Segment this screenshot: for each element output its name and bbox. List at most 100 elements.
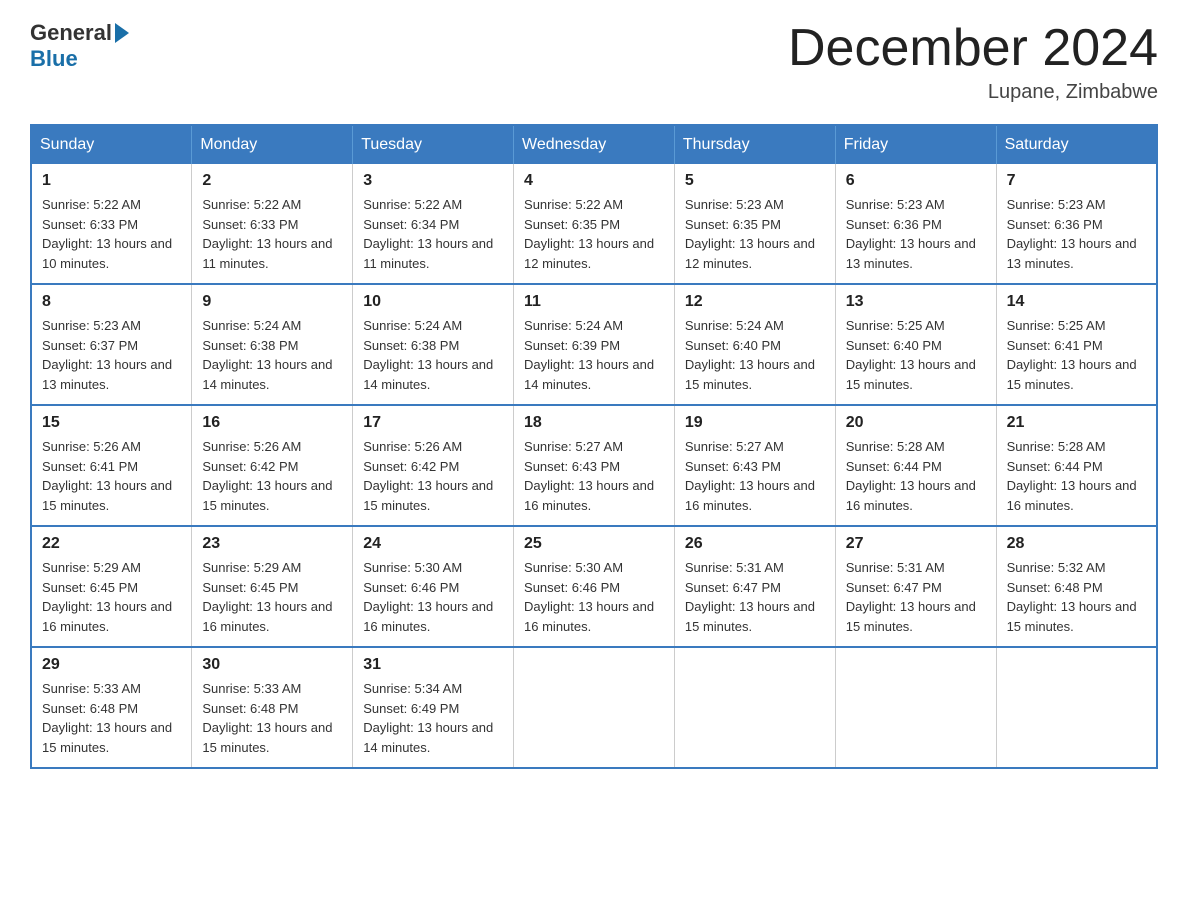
- col-friday: Friday: [835, 125, 996, 164]
- table-row: [835, 647, 996, 768]
- location-text: Lupane, Zimbabwe: [788, 81, 1158, 104]
- table-row: [674, 647, 835, 768]
- day-info: Sunrise: 5:27 AM Sunset: 6:43 PM Dayligh…: [685, 437, 825, 515]
- day-info: Sunrise: 5:33 AM Sunset: 6:48 PM Dayligh…: [202, 679, 342, 757]
- week-row-1: 1 Sunrise: 5:22 AM Sunset: 6:33 PM Dayli…: [31, 164, 1157, 284]
- day-number: 15: [42, 414, 181, 432]
- day-info: Sunrise: 5:26 AM Sunset: 6:42 PM Dayligh…: [363, 437, 503, 515]
- day-info: Sunrise: 5:23 AM Sunset: 6:36 PM Dayligh…: [1007, 195, 1146, 273]
- table-row: 10 Sunrise: 5:24 AM Sunset: 6:38 PM Dayl…: [353, 284, 514, 405]
- day-info: Sunrise: 5:31 AM Sunset: 6:47 PM Dayligh…: [846, 558, 986, 636]
- day-number: 1: [42, 172, 181, 190]
- day-info: Sunrise: 5:29 AM Sunset: 6:45 PM Dayligh…: [202, 558, 342, 636]
- table-row: 15 Sunrise: 5:26 AM Sunset: 6:41 PM Dayl…: [31, 405, 192, 526]
- week-row-4: 22 Sunrise: 5:29 AM Sunset: 6:45 PM Dayl…: [31, 526, 1157, 647]
- table-row: 7 Sunrise: 5:23 AM Sunset: 6:36 PM Dayli…: [996, 164, 1157, 284]
- day-info: Sunrise: 5:27 AM Sunset: 6:43 PM Dayligh…: [524, 437, 664, 515]
- day-info: Sunrise: 5:28 AM Sunset: 6:44 PM Dayligh…: [846, 437, 986, 515]
- logo-general-text: General: [30, 20, 112, 46]
- day-info: Sunrise: 5:24 AM Sunset: 6:38 PM Dayligh…: [202, 316, 342, 394]
- day-number: 10: [363, 293, 503, 311]
- day-number: 13: [846, 293, 986, 311]
- page-header: General Blue December 2024 Lupane, Zimba…: [30, 20, 1158, 104]
- week-row-2: 8 Sunrise: 5:23 AM Sunset: 6:37 PM Dayli…: [31, 284, 1157, 405]
- table-row: 8 Sunrise: 5:23 AM Sunset: 6:37 PM Dayli…: [31, 284, 192, 405]
- day-number: 5: [685, 172, 825, 190]
- col-tuesday: Tuesday: [353, 125, 514, 164]
- day-number: 28: [1007, 535, 1146, 553]
- col-monday: Monday: [192, 125, 353, 164]
- day-info: Sunrise: 5:29 AM Sunset: 6:45 PM Dayligh…: [42, 558, 181, 636]
- day-info: Sunrise: 5:30 AM Sunset: 6:46 PM Dayligh…: [524, 558, 664, 636]
- day-number: 26: [685, 535, 825, 553]
- day-number: 24: [363, 535, 503, 553]
- day-number: 20: [846, 414, 986, 432]
- day-info: Sunrise: 5:31 AM Sunset: 6:47 PM Dayligh…: [685, 558, 825, 636]
- table-row: 26 Sunrise: 5:31 AM Sunset: 6:47 PM Dayl…: [674, 526, 835, 647]
- table-row: 5 Sunrise: 5:23 AM Sunset: 6:35 PM Dayli…: [674, 164, 835, 284]
- day-info: Sunrise: 5:34 AM Sunset: 6:49 PM Dayligh…: [363, 679, 503, 757]
- day-info: Sunrise: 5:25 AM Sunset: 6:40 PM Dayligh…: [846, 316, 986, 394]
- day-info: Sunrise: 5:24 AM Sunset: 6:40 PM Dayligh…: [685, 316, 825, 394]
- table-row: 28 Sunrise: 5:32 AM Sunset: 6:48 PM Dayl…: [996, 526, 1157, 647]
- day-number: 18: [524, 414, 664, 432]
- table-row: 13 Sunrise: 5:25 AM Sunset: 6:40 PM Dayl…: [835, 284, 996, 405]
- table-row: 30 Sunrise: 5:33 AM Sunset: 6:48 PM Dayl…: [192, 647, 353, 768]
- col-wednesday: Wednesday: [514, 125, 675, 164]
- day-info: Sunrise: 5:26 AM Sunset: 6:41 PM Dayligh…: [42, 437, 181, 515]
- table-row: 16 Sunrise: 5:26 AM Sunset: 6:42 PM Dayl…: [192, 405, 353, 526]
- table-row: 19 Sunrise: 5:27 AM Sunset: 6:43 PM Dayl…: [674, 405, 835, 526]
- day-info: Sunrise: 5:24 AM Sunset: 6:38 PM Dayligh…: [363, 316, 503, 394]
- table-row: 2 Sunrise: 5:22 AM Sunset: 6:33 PM Dayli…: [192, 164, 353, 284]
- week-row-5: 29 Sunrise: 5:33 AM Sunset: 6:48 PM Dayl…: [31, 647, 1157, 768]
- week-row-3: 15 Sunrise: 5:26 AM Sunset: 6:41 PM Dayl…: [31, 405, 1157, 526]
- calendar-table: Sunday Monday Tuesday Wednesday Thursday…: [30, 124, 1158, 769]
- day-number: 19: [685, 414, 825, 432]
- day-number: 8: [42, 293, 181, 311]
- table-row: 27 Sunrise: 5:31 AM Sunset: 6:47 PM Dayl…: [835, 526, 996, 647]
- day-number: 3: [363, 172, 503, 190]
- logo: General Blue: [30, 20, 132, 72]
- table-row: 1 Sunrise: 5:22 AM Sunset: 6:33 PM Dayli…: [31, 164, 192, 284]
- day-number: 17: [363, 414, 503, 432]
- day-info: Sunrise: 5:28 AM Sunset: 6:44 PM Dayligh…: [1007, 437, 1146, 515]
- table-row: 3 Sunrise: 5:22 AM Sunset: 6:34 PM Dayli…: [353, 164, 514, 284]
- day-info: Sunrise: 5:24 AM Sunset: 6:39 PM Dayligh…: [524, 316, 664, 394]
- table-row: 17 Sunrise: 5:26 AM Sunset: 6:42 PM Dayl…: [353, 405, 514, 526]
- day-number: 16: [202, 414, 342, 432]
- table-row: 4 Sunrise: 5:22 AM Sunset: 6:35 PM Dayli…: [514, 164, 675, 284]
- table-row: 14 Sunrise: 5:25 AM Sunset: 6:41 PM Dayl…: [996, 284, 1157, 405]
- day-number: 9: [202, 293, 342, 311]
- table-row: 9 Sunrise: 5:24 AM Sunset: 6:38 PM Dayli…: [192, 284, 353, 405]
- day-number: 11: [524, 293, 664, 311]
- table-row: [996, 647, 1157, 768]
- day-info: Sunrise: 5:22 AM Sunset: 6:33 PM Dayligh…: [42, 195, 181, 273]
- col-sunday: Sunday: [31, 125, 192, 164]
- day-number: 27: [846, 535, 986, 553]
- day-number: 12: [685, 293, 825, 311]
- weekday-header-row: Sunday Monday Tuesday Wednesday Thursday…: [31, 125, 1157, 164]
- month-title: December 2024: [788, 20, 1158, 77]
- table-row: 29 Sunrise: 5:33 AM Sunset: 6:48 PM Dayl…: [31, 647, 192, 768]
- table-row: 25 Sunrise: 5:30 AM Sunset: 6:46 PM Dayl…: [514, 526, 675, 647]
- day-number: 31: [363, 656, 503, 674]
- day-info: Sunrise: 5:30 AM Sunset: 6:46 PM Dayligh…: [363, 558, 503, 636]
- col-thursday: Thursday: [674, 125, 835, 164]
- day-number: 23: [202, 535, 342, 553]
- title-section: December 2024 Lupane, Zimbabwe: [788, 20, 1158, 104]
- col-saturday: Saturday: [996, 125, 1157, 164]
- table-row: 21 Sunrise: 5:28 AM Sunset: 6:44 PM Dayl…: [996, 405, 1157, 526]
- day-number: 25: [524, 535, 664, 553]
- day-info: Sunrise: 5:26 AM Sunset: 6:42 PM Dayligh…: [202, 437, 342, 515]
- logo-blue-text: Blue: [30, 46, 78, 72]
- day-number: 21: [1007, 414, 1146, 432]
- day-info: Sunrise: 5:22 AM Sunset: 6:33 PM Dayligh…: [202, 195, 342, 273]
- day-number: 30: [202, 656, 342, 674]
- day-info: Sunrise: 5:22 AM Sunset: 6:35 PM Dayligh…: [524, 195, 664, 273]
- day-number: 22: [42, 535, 181, 553]
- day-number: 14: [1007, 293, 1146, 311]
- day-info: Sunrise: 5:25 AM Sunset: 6:41 PM Dayligh…: [1007, 316, 1146, 394]
- logo-arrow-icon: [115, 23, 129, 43]
- table-row: 11 Sunrise: 5:24 AM Sunset: 6:39 PM Dayl…: [514, 284, 675, 405]
- day-number: 2: [202, 172, 342, 190]
